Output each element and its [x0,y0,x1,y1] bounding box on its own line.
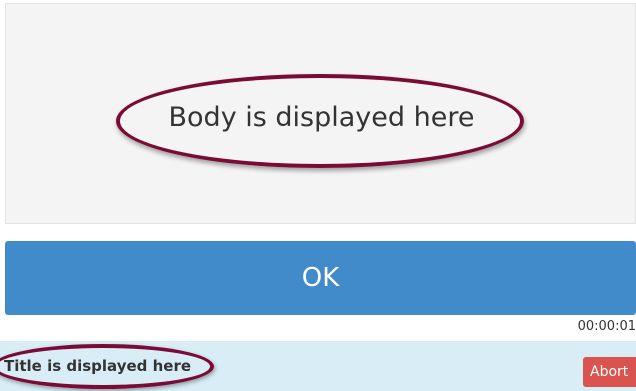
dialog-page: Body is displayed here OK 00:00:01 Title… [0,0,636,391]
body-panel: Body is displayed here [5,3,636,224]
ok-button-label: OK [301,263,340,293]
abort-button[interactable]: Abort [583,357,636,387]
title-highlight-ellipse [0,344,214,389]
title-bar: Title is displayed here Abort [0,341,636,391]
body-highlight-ellipse [116,74,524,168]
elapsed-timer: 00:00:01 [577,319,636,334]
ok-button[interactable]: OK [5,241,636,315]
